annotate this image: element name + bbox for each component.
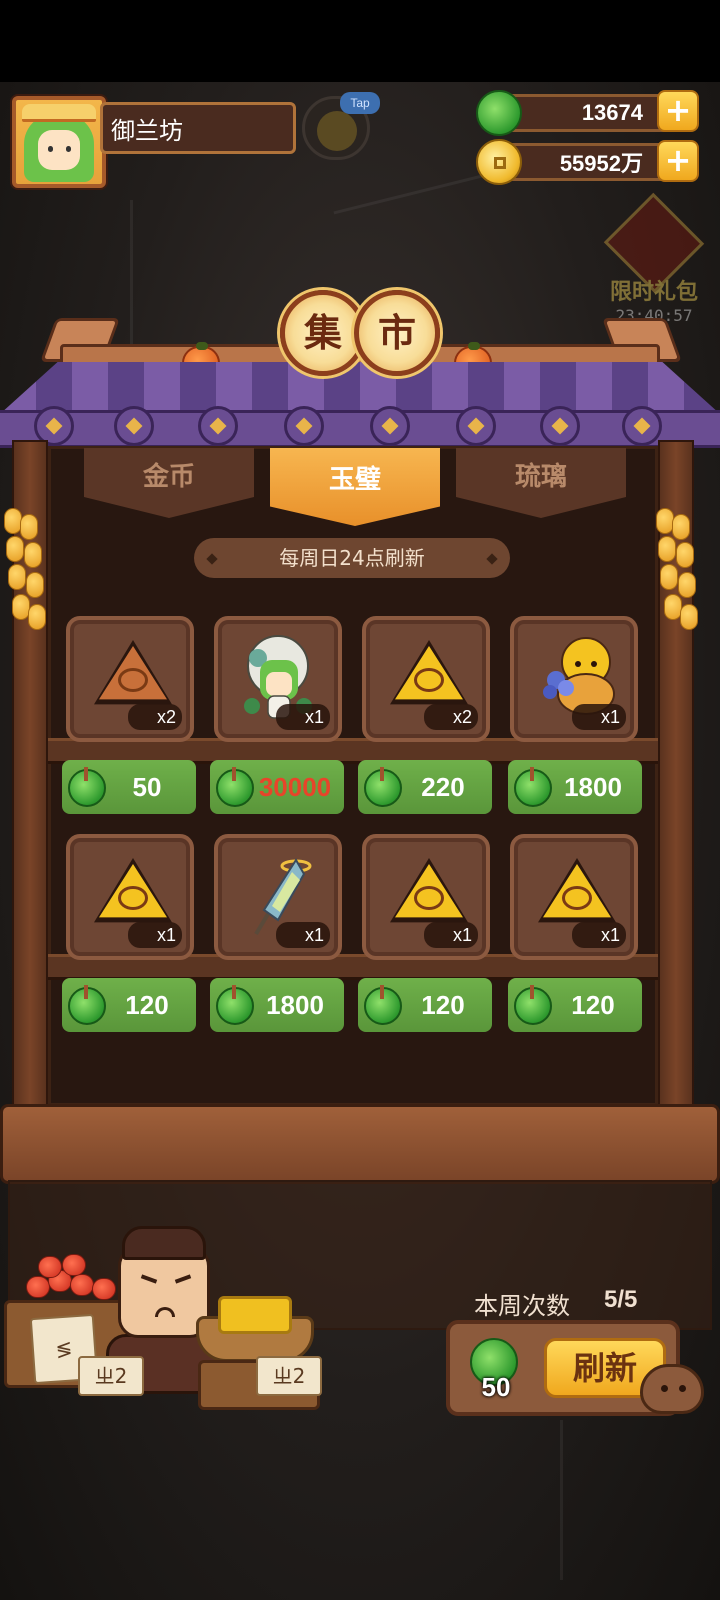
jade-balance-value: 13674 <box>581 100 643 125</box>
promo-title: 限时礼包 <box>609 280 698 305</box>
item-quantity: x1 <box>128 922 182 948</box>
price-button[interactable]: 30000 <box>210 760 344 814</box>
roof-tile <box>456 406 496 446</box>
jade-icon <box>364 767 402 807</box>
bronze-sun-token-icon <box>94 640 172 705</box>
tomatoes-icon <box>16 1254 120 1308</box>
jade-icon <box>216 985 254 1025</box>
add-jade-button[interactable]: + <box>657 90 699 132</box>
gold-deer-token-icon <box>390 858 468 923</box>
item-quantity: x2 <box>424 704 478 730</box>
gold-spiral-token-icon <box>94 858 172 923</box>
jade-icon <box>216 767 254 807</box>
shop-item-slot[interactable]: x1 <box>66 834 194 960</box>
item-quantity: x1 <box>424 922 478 948</box>
price-button[interactable]: 120 <box>358 978 492 1032</box>
price-button[interactable]: 1800 <box>508 760 642 814</box>
price-button[interactable]: 1800 <box>210 978 344 1032</box>
corn-bundle-icon <box>2 500 46 650</box>
item-quantity: x2 <box>128 704 182 730</box>
gold-spiral-token-icon <box>390 640 468 705</box>
tap-character-icon <box>317 111 357 151</box>
tap-label: Tap <box>340 92 380 114</box>
weekly-refresh-label: 本周次数 <box>474 1292 570 1320</box>
shop-item-slot[interactable]: x1 <box>510 834 638 960</box>
striped-roof <box>0 362 720 414</box>
corn-bundle-icon <box>654 500 698 650</box>
pet-mascot-icon <box>640 1364 704 1414</box>
coin-currency-icon <box>476 139 522 185</box>
jade-icon <box>514 985 552 1025</box>
jade-icon <box>68 767 106 807</box>
shop-item-slot[interactable]: x1 <box>214 834 342 960</box>
item-quantity: x1 <box>276 922 330 948</box>
jade-currency-icon <box>476 90 522 136</box>
refresh-cost: 50 <box>481 1372 511 1402</box>
price-sign-right: ㄓ2 <box>256 1356 322 1396</box>
game-screen: 御兰坊 Tap 13674 + 55952万 + 限时礼包 23:40:57 集… <box>0 0 720 1600</box>
stall-counter <box>0 1104 720 1184</box>
background-post <box>560 1420 563 1580</box>
price-button[interactable]: 120 <box>508 978 642 1032</box>
weekly-refresh-note: 每周日24点刷新 <box>194 538 510 578</box>
price-button[interactable]: 120 <box>62 978 196 1032</box>
shop-item-slot[interactable]: x2 <box>66 616 194 742</box>
gold-fish-token-icon <box>538 858 616 923</box>
market-title-char-2: 市 <box>354 290 440 376</box>
jade-icon <box>364 985 402 1025</box>
coin-balance-value: 55952万 <box>559 151 643 176</box>
item-quantity: x1 <box>276 704 330 730</box>
shop-item-slot[interactable]: x2 <box>362 616 490 742</box>
roof-tile <box>370 406 410 446</box>
player-name: 御兰坊 <box>111 116 183 145</box>
price-button[interactable]: 50 <box>62 760 196 814</box>
item-quantity: x1 <box>572 704 626 730</box>
roof-tile <box>114 406 154 446</box>
roof-eave <box>0 410 720 448</box>
shop-item-slot[interactable]: x1 <box>214 616 342 742</box>
jade-icon <box>68 985 106 1025</box>
jade-icon <box>514 767 552 807</box>
player-name-box[interactable]: 御兰坊 <box>100 102 296 154</box>
player-avatar[interactable] <box>12 96 106 188</box>
add-coins-button[interactable]: + <box>657 140 699 182</box>
shop-item-slot[interactable]: x1 <box>362 834 490 960</box>
butter-block-icon <box>218 1296 292 1334</box>
roof-tile <box>540 406 580 446</box>
roof-tile <box>198 406 238 446</box>
vendor-hat <box>122 1226 206 1260</box>
item-quantity: x1 <box>572 922 626 948</box>
roof-tile <box>622 406 662 446</box>
roof-tile <box>284 406 324 446</box>
price-sign-left: ㄓ2 <box>78 1356 144 1396</box>
shop-item-slot[interactable]: x1 <box>510 616 638 742</box>
price-button[interactable]: 220 <box>358 760 492 814</box>
limited-time-pack-button[interactable]: 限时礼包 23:40:57 <box>603 192 705 328</box>
weekly-refresh-count: 5/5 <box>604 1286 638 1313</box>
